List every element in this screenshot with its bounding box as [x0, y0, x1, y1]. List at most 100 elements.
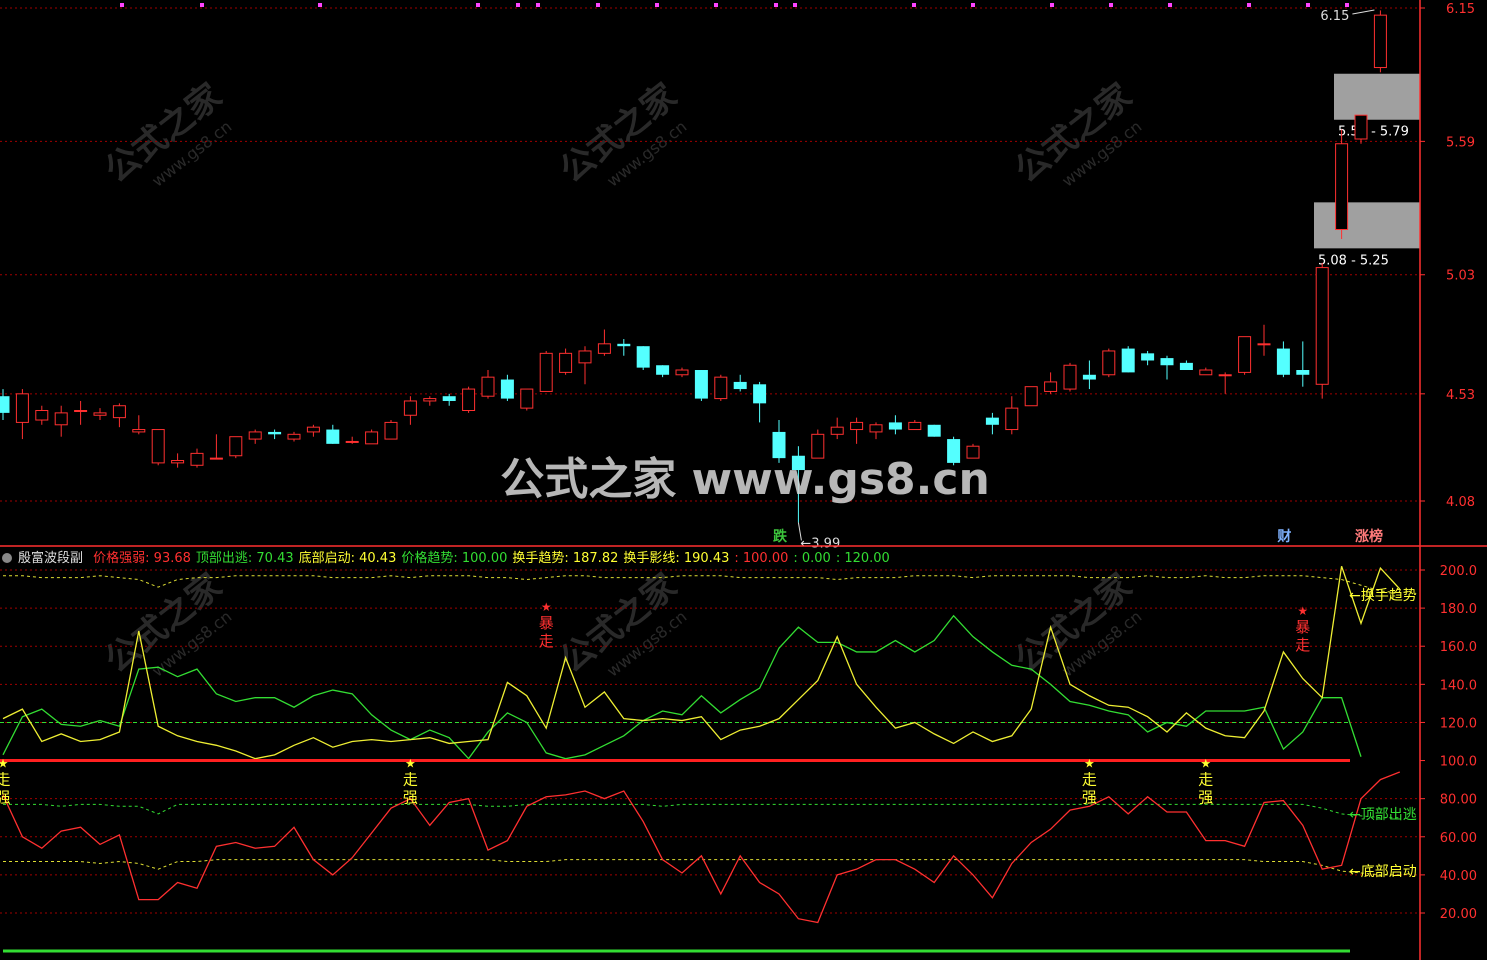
top-marker-dot	[1109, 3, 1113, 7]
candle-body	[209, 457, 223, 460]
indicator-axis-tick: 120.0	[1440, 716, 1477, 731]
event-tag: 跌	[773, 529, 788, 545]
signal-label: 暴	[1295, 618, 1310, 636]
candle-body	[35, 409, 49, 421]
candle-body	[74, 409, 88, 412]
top-marker-dot	[596, 3, 600, 7]
indicator-name[interactable]: 殷富波段副	[18, 551, 83, 566]
candle-body	[326, 429, 340, 444]
legend-item: : 0.00	[793, 551, 831, 566]
legend-item: 换手趋势: 187.82	[512, 551, 619, 566]
candle-body	[597, 343, 611, 354]
indicator-header: 殷富波段副 价格强弱: 93.68 顶部出逃: 70.43 底部启动: 40.43 价…	[0, 547, 901, 566]
top-marker-dot	[714, 3, 718, 7]
candle-body	[1024, 386, 1038, 407]
candle-body	[694, 370, 708, 399]
indicator-line-label: ←换手趋势	[1349, 587, 1417, 604]
top-marker-dot	[1247, 3, 1251, 7]
candle-body	[151, 429, 165, 464]
legend-item: 底部启动: 40.43	[298, 551, 397, 566]
candle-body	[1315, 267, 1329, 385]
stock-chart: 公式之家www.gs8.cn 公式之家www.gs8.cn 公式之家www.gs8.…	[0, 0, 1487, 960]
candle-body	[1179, 362, 1193, 371]
watermark: 公式之家www.gs8.cn	[1008, 76, 1146, 191]
top-marker-dot	[1345, 3, 1349, 7]
indicator-axis-tick: 40.00	[1440, 869, 1477, 884]
indicator-line-label: ←底部启动	[1349, 864, 1417, 880]
legend-item: 换手影线: 190.43	[623, 551, 730, 566]
price-axis-tick: 4.53	[1446, 388, 1475, 403]
candle-body	[403, 400, 417, 416]
top-marker-dot	[318, 3, 322, 7]
bottom-start-line	[3, 859, 1400, 876]
candle-body	[248, 431, 262, 440]
candle-body	[1354, 114, 1368, 140]
signal-label: 走	[0, 770, 11, 788]
candle-body	[850, 421, 864, 431]
candle-body	[830, 426, 844, 435]
indicator-axis-tick: 20.00	[1440, 907, 1477, 922]
candle-body	[1218, 374, 1232, 377]
signal-label: 强	[403, 788, 418, 806]
top-marker-dot	[793, 3, 797, 7]
price-strength-line	[2, 771, 1401, 924]
legend-item: 价格强弱: 93.68	[93, 551, 191, 566]
price-high-arrow	[1352, 9, 1375, 15]
signal-star: ★	[541, 600, 552, 614]
candle-body	[559, 352, 573, 373]
signal-label: 走	[539, 632, 554, 650]
candle-body	[714, 376, 728, 400]
price-axis-tick: 6.15	[1446, 2, 1475, 17]
candle-body	[1082, 374, 1096, 380]
candle-body	[1160, 358, 1174, 366]
candle-body	[1141, 353, 1155, 361]
candle-body	[15, 393, 29, 423]
signal-label: 走	[1295, 636, 1310, 654]
top-marker-dot	[536, 3, 540, 7]
indicator-axis-tick: 60.00	[1440, 831, 1477, 846]
watermark: 公式之家www.gs8.cn	[98, 76, 236, 191]
indicator-legend: 价格强弱: 93.68 顶部出逃: 70.43 底部启动: 40.43 价格趋势: 1…	[93, 551, 895, 566]
candle-body	[500, 379, 514, 399]
watermark: 公式之家www.gs8.cn	[1008, 566, 1146, 681]
candle-body	[423, 398, 437, 402]
candle-body	[1238, 336, 1252, 373]
signal-star: ★	[405, 756, 416, 770]
signal-label: 强	[1082, 788, 1097, 806]
candle-body	[1199, 369, 1213, 376]
watermark: 公式之家www.gs8.cn	[553, 76, 691, 191]
candle-body	[869, 424, 883, 433]
event-tag: 财	[1276, 528, 1291, 545]
signal-label: 强	[0, 788, 11, 806]
candle-body	[1373, 14, 1387, 69]
top-marker-dot	[120, 3, 124, 7]
candle-body	[656, 365, 670, 375]
candle-body	[753, 384, 767, 404]
candle-body	[927, 424, 941, 437]
signal-star: ★	[0, 756, 8, 770]
candle-body	[442, 396, 456, 401]
candle-body	[675, 369, 689, 376]
top-marker-dot	[971, 3, 975, 7]
signal-star: ★	[1200, 756, 1211, 770]
top-marker-dot	[655, 3, 659, 7]
candle-body	[481, 376, 495, 397]
candle-body	[54, 412, 68, 426]
price-zone-label: 5.59 - 5.79	[1338, 125, 1409, 140]
legend-item: : 120.00	[835, 551, 890, 566]
top-marker-dot	[200, 3, 204, 7]
candle-body	[1296, 370, 1310, 375]
candle-body	[520, 388, 534, 409]
top-marker-dot	[1168, 3, 1172, 7]
watermark: 公式之家www.gs8.cn	[98, 566, 236, 681]
price-zone-label: 5.08 - 5.25	[1318, 253, 1389, 268]
price-axis-tick: 5.59	[1446, 135, 1475, 150]
indicator-settings-icon[interactable]	[2, 553, 12, 563]
top-marker-dot	[1306, 3, 1310, 7]
candle-body	[888, 422, 902, 430]
price-zone-box	[1314, 202, 1420, 249]
candle-body	[985, 417, 999, 425]
candle-body	[384, 421, 398, 440]
indicator-line-label: ←顶部出逃	[1349, 807, 1417, 823]
candle-body	[229, 436, 243, 457]
